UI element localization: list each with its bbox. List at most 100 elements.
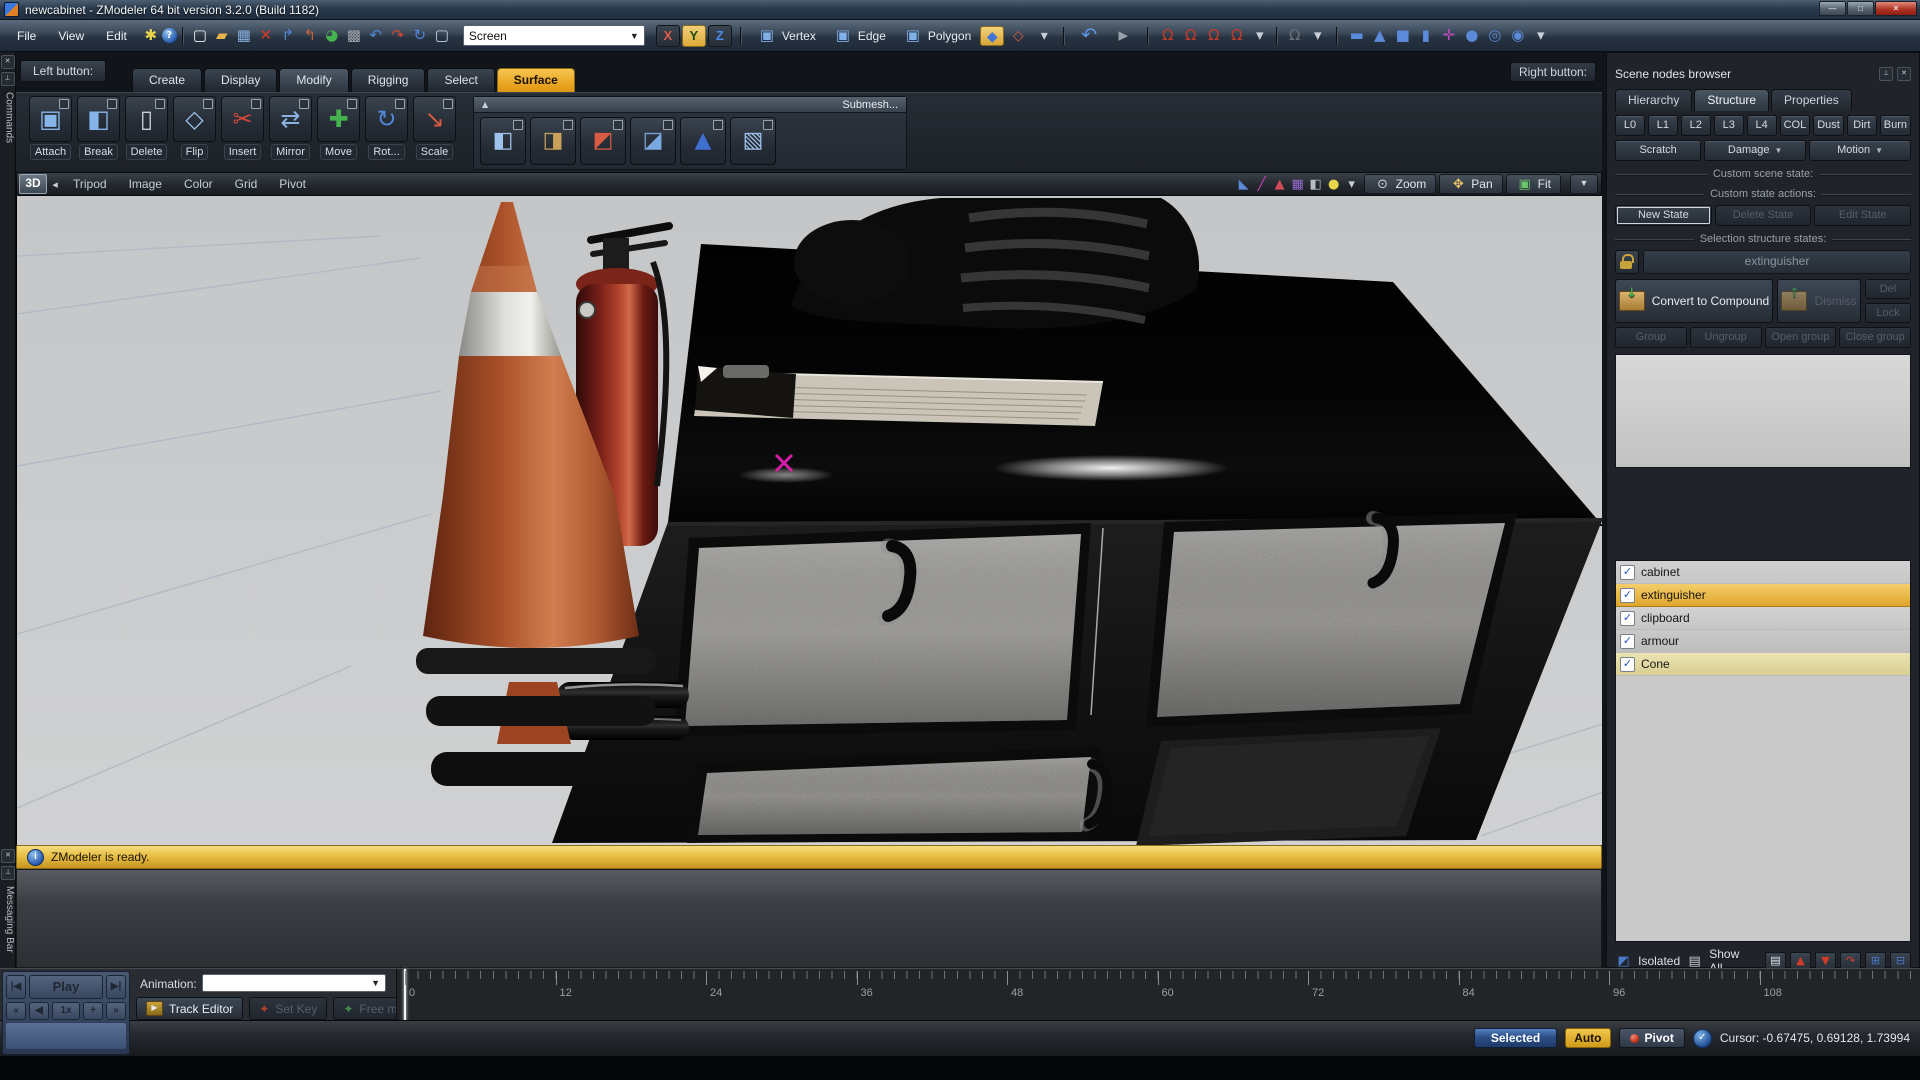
move-button[interactable]: ✚ bbox=[317, 96, 360, 142]
sphere-icon[interactable]: ● bbox=[1460, 28, 1483, 43]
red-cone-icon[interactable]: ▲ bbox=[1271, 178, 1289, 191]
open-icon[interactable]: ▰ bbox=[211, 28, 233, 43]
dummy-icon[interactable]: ✛ bbox=[1437, 28, 1460, 43]
lock-icon[interactable] bbox=[1615, 250, 1639, 274]
fit-button[interactable]: ▣ Fit bbox=[1506, 174, 1561, 194]
cylinder-icon[interactable]: ▮ bbox=[1414, 28, 1437, 43]
axis-z-button[interactable]: Z bbox=[708, 25, 732, 47]
submesh-normals-button[interactable]: ▲ bbox=[680, 117, 726, 165]
submesh-smooth-button[interactable]: ◧ bbox=[480, 117, 526, 165]
screen-mode-select[interactable]: Screen ▼ bbox=[463, 25, 645, 46]
tab-select[interactable]: Select bbox=[427, 68, 494, 92]
pin-icon[interactable]: ⊥ bbox=[1879, 67, 1893, 81]
rewind-button[interactable]: « bbox=[6, 1002, 26, 1020]
polygon-mode-button[interactable]: ▣Polygon bbox=[895, 26, 978, 45]
track-editor-button[interactable]: ▶ Track Editor bbox=[136, 997, 243, 1020]
state-burn-button[interactable]: Burn bbox=[1880, 115, 1911, 136]
minimize-button[interactable]: — bbox=[1819, 1, 1846, 16]
material-icon[interactable]: ▩ bbox=[343, 28, 365, 43]
messaging-rail-label[interactable]: Messaging Bar bbox=[1, 886, 15, 953]
state-motion-button[interactable]: Motion▼ bbox=[1809, 140, 1911, 161]
chevron-down-icon[interactable]: ▼ bbox=[1570, 174, 1598, 194]
caret-down-icon[interactable]: ▾ bbox=[1248, 28, 1271, 43]
dismiss-button[interactable]: ↑ Dismiss bbox=[1777, 279, 1861, 323]
refresh-icon[interactable]: ↻ bbox=[409, 28, 431, 43]
state-l2-button[interactable]: L2 bbox=[1681, 115, 1711, 136]
pin-icon[interactable]: ⊥ bbox=[1, 72, 15, 86]
collapse-up-icon[interactable]: ▲ bbox=[482, 101, 488, 109]
maximize-button[interactable]: □ bbox=[1847, 1, 1874, 16]
auto-mode-button[interactable]: Auto bbox=[1565, 1028, 1610, 1048]
close-icon[interactable]: ✕ bbox=[1, 849, 15, 863]
state-dust-button[interactable]: Dust bbox=[1813, 115, 1844, 136]
close-group-button[interactable]: Close group bbox=[1839, 327, 1911, 348]
list-item-armour[interactable]: ✓armour bbox=[1616, 630, 1910, 653]
edit-state-button[interactable]: Edit State bbox=[1814, 205, 1911, 226]
close-icon[interactable]: ✕ bbox=[1897, 67, 1911, 81]
wedge-icon[interactable]: ◣ bbox=[1235, 178, 1253, 191]
new-icon[interactable]: ▢ bbox=[189, 28, 211, 43]
checker-icon[interactable]: ▦ bbox=[1289, 178, 1307, 191]
axis-y-button[interactable]: Y bbox=[682, 25, 706, 47]
list-item-cabinet[interactable]: ✓cabinet bbox=[1616, 561, 1910, 584]
export-icon[interactable]: ↱ bbox=[277, 28, 299, 43]
tab-display[interactable]: Display bbox=[204, 68, 277, 92]
state-l0-button[interactable]: L0 bbox=[1615, 115, 1645, 136]
torus-icon[interactable]: ◎ bbox=[1483, 28, 1506, 43]
go-start-button[interactable]: |◀ bbox=[6, 975, 26, 999]
caret-down-icon[interactable]: ▾ bbox=[1529, 28, 1552, 43]
pin-icon[interactable]: ⊥ bbox=[1, 866, 15, 880]
tab-rigging[interactable]: Rigging bbox=[351, 68, 426, 92]
pan-button[interactable]: ✥ Pan bbox=[1439, 174, 1502, 194]
isolated-toggle[interactable]: Isolated bbox=[1638, 954, 1680, 968]
cube-icon[interactable]: ■ bbox=[1391, 28, 1414, 43]
group-button[interactable]: Group bbox=[1615, 327, 1687, 348]
wire-mode-icon[interactable]: ◇ bbox=[1006, 26, 1030, 46]
checkbox[interactable]: ✓ bbox=[1620, 565, 1635, 580]
snap-rotate-icon[interactable]: Ω bbox=[1179, 28, 1202, 43]
menu-edit[interactable]: Edit bbox=[95, 26, 138, 46]
commands-rail-label[interactable]: Commands bbox=[1, 92, 15, 143]
back-arrow-icon[interactable]: ◂ bbox=[47, 178, 63, 191]
list-item-clipboard[interactable]: ✓clipboard bbox=[1616, 607, 1910, 630]
state-l1-button[interactable]: L1 bbox=[1648, 115, 1678, 136]
viewport-canvas[interactable] bbox=[16, 196, 1602, 845]
insert-button[interactable]: ✂ bbox=[221, 96, 264, 142]
scale-button[interactable]: ↘ bbox=[413, 96, 456, 142]
light-icon[interactable]: ● bbox=[1325, 178, 1343, 191]
clapper-icon[interactable]: ◧ bbox=[1307, 178, 1325, 191]
playback-extra-panel[interactable] bbox=[6, 1023, 126, 1049]
state-damage-button[interactable]: Damage▼ bbox=[1704, 140, 1806, 161]
viewport-menu-pivot[interactable]: Pivot bbox=[279, 177, 306, 191]
timeline-ruler[interactable]: 01224364860728496108 bbox=[396, 969, 1920, 1021]
state-list-box[interactable] bbox=[1615, 354, 1911, 468]
viewport-menu-grid[interactable]: Grid bbox=[235, 177, 258, 191]
speed-up-button[interactable]: + bbox=[83, 1002, 103, 1020]
delete-state-button[interactable]: Delete State bbox=[1715, 205, 1812, 226]
axis-x-button[interactable]: X bbox=[656, 25, 680, 47]
break-button[interactable]: ◧ bbox=[77, 96, 120, 142]
submesh-cut-button[interactable]: ▧ bbox=[730, 117, 776, 165]
zoom-button[interactable]: ⊙ Zoom bbox=[1364, 174, 1437, 194]
menu-view[interactable]: View bbox=[47, 26, 95, 46]
list-item-cone[interactable]: ✓Cone bbox=[1616, 653, 1910, 676]
import-icon[interactable]: ↰ bbox=[299, 28, 321, 43]
del-button[interactable]: Del bbox=[1865, 279, 1911, 299]
save-icon[interactable]: ▦ bbox=[233, 28, 255, 43]
state-dirt-button[interactable]: Dirt bbox=[1847, 115, 1877, 136]
tab-create[interactable]: Create bbox=[132, 68, 202, 92]
tab-hierarchy[interactable]: Hierarchy bbox=[1615, 89, 1692, 111]
cone-icon[interactable]: ▲ bbox=[1368, 28, 1391, 43]
view-mode-button[interactable]: 3D bbox=[19, 174, 47, 194]
state-col-button[interactable]: COL bbox=[1780, 115, 1811, 136]
history-more-icon[interactable]: ▸ bbox=[1106, 26, 1140, 45]
open-group-button[interactable]: Open group bbox=[1765, 327, 1837, 348]
play-button[interactable]: Play bbox=[29, 975, 103, 999]
speed-button[interactable]: 1x bbox=[52, 1002, 80, 1020]
go-end-button[interactable]: ▶| bbox=[106, 975, 126, 999]
list-item-extinguisher[interactable]: ✓extinguisher bbox=[1616, 584, 1910, 607]
animation-select[interactable]: ▼ bbox=[202, 974, 386, 992]
mirror-button[interactable]: ⇄ bbox=[269, 96, 312, 142]
page-icon[interactable]: ▢ bbox=[431, 28, 453, 43]
tab-structure[interactable]: Structure bbox=[1694, 89, 1769, 111]
